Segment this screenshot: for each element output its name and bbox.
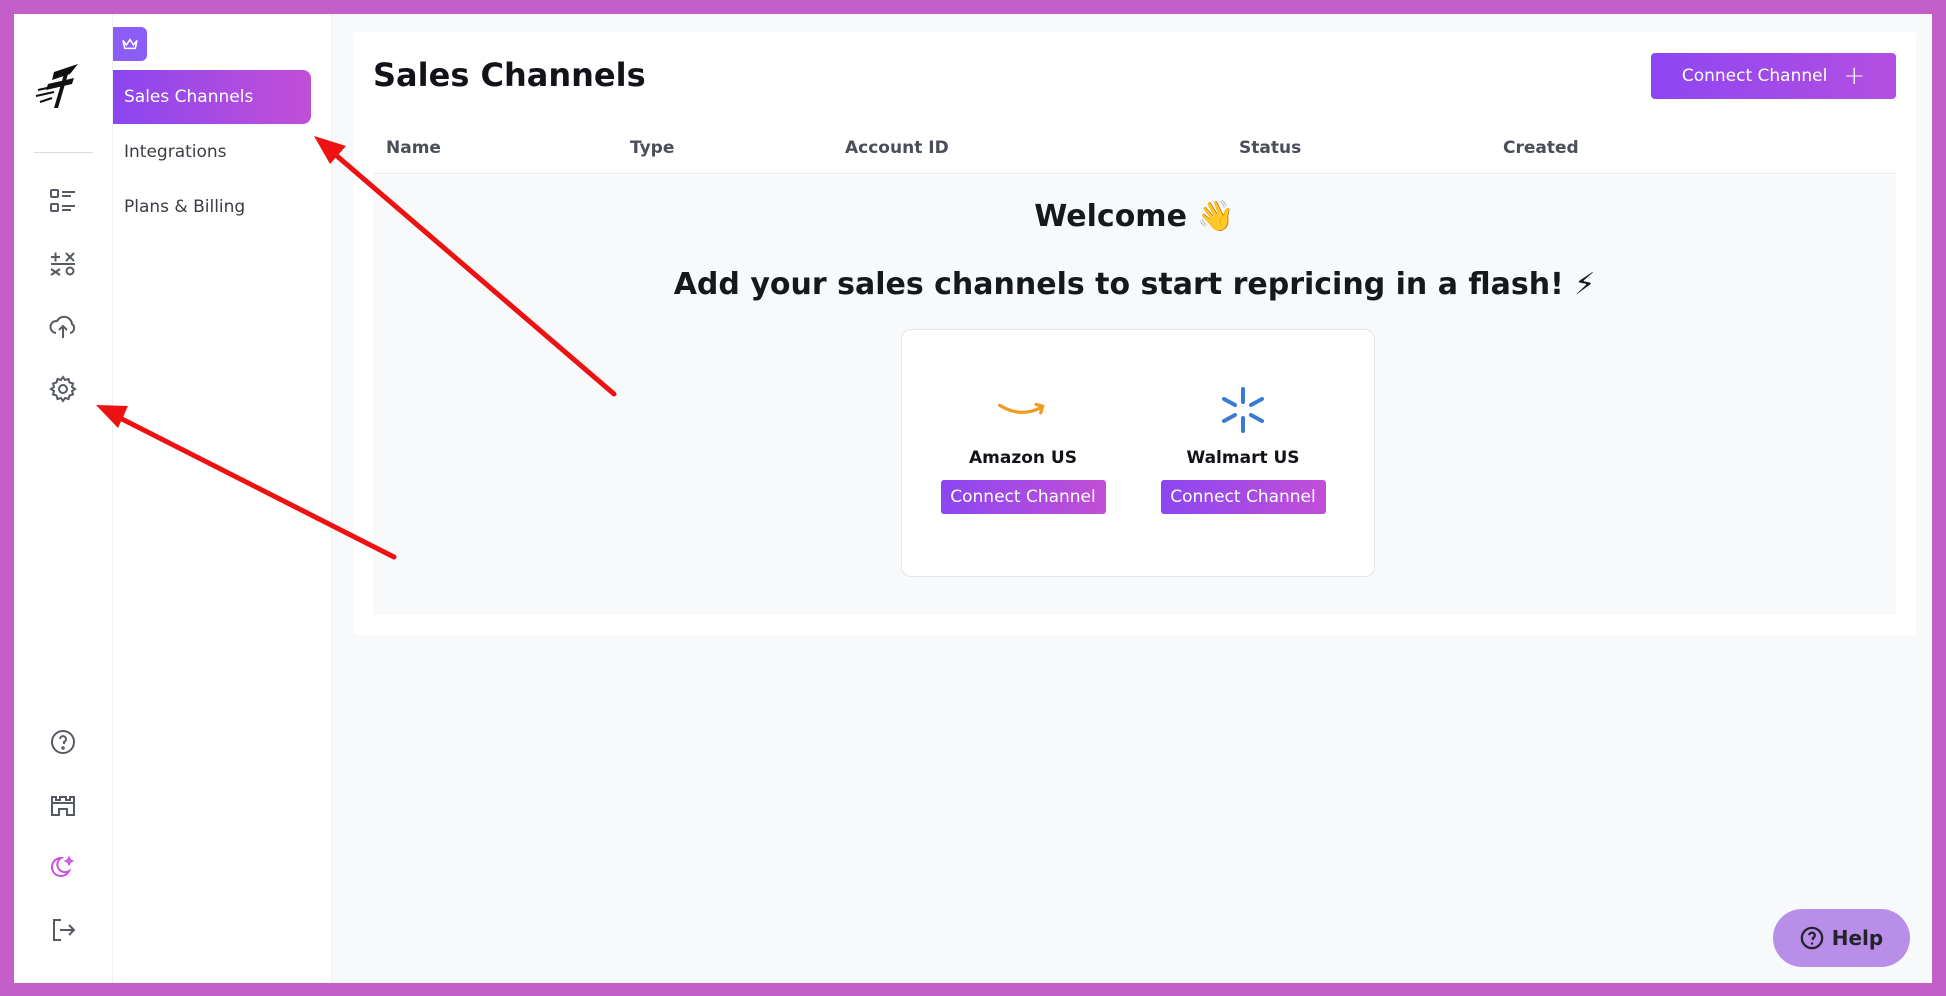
logout-icon[interactable] bbox=[48, 915, 78, 945]
rail-divider bbox=[34, 152, 93, 153]
channel-option-walmart: Walmart US Connect Channel bbox=[1158, 380, 1328, 514]
crown-icon[interactable] bbox=[113, 27, 147, 61]
settings-submenu: Sales Channels Integrations Plans & Bill… bbox=[113, 14, 332, 983]
walmart-spark-icon bbox=[1158, 380, 1328, 440]
plus-icon: + bbox=[1843, 61, 1866, 91]
column-header-type[interactable]: Type bbox=[630, 138, 674, 158]
channel-name: Walmart US bbox=[1186, 448, 1300, 468]
column-header-name[interactable]: Name bbox=[386, 138, 441, 158]
channel-option-amazon: Amazon US Connect Channel bbox=[938, 380, 1108, 514]
help-circle-icon bbox=[1800, 926, 1824, 950]
page-title: Sales Channels bbox=[373, 56, 646, 94]
column-header-created[interactable]: Created bbox=[1503, 138, 1579, 158]
column-header-account-id[interactable]: Account ID bbox=[845, 138, 949, 158]
connect-amazon-button[interactable]: Connect Channel bbox=[940, 480, 1106, 514]
connect-channel-button[interactable]: Connect Channel + bbox=[1651, 53, 1896, 99]
submenu-item-plans-billing[interactable]: Plans & Billing bbox=[113, 180, 311, 234]
submenu-item-label: Integrations bbox=[124, 142, 227, 162]
sales-channels-card: Sales Channels Connect Channel + Name Ty… bbox=[353, 32, 1916, 635]
submenu-item-label: Plans & Billing bbox=[124, 197, 246, 217]
submenu-item-label: Sales Channels bbox=[124, 87, 254, 107]
connect-walmart-button[interactable]: Connect Channel bbox=[1160, 480, 1326, 514]
empty-state-tagline: Add your sales channels to start reprici… bbox=[673, 267, 1596, 302]
logo-icon[interactable] bbox=[34, 60, 94, 112]
help-circle-icon[interactable] bbox=[48, 727, 78, 757]
empty-state: Welcome 👋 Add your sales channels to sta… bbox=[373, 175, 1896, 615]
connect-channel-label: Connect Channel bbox=[1681, 66, 1828, 86]
list-icon[interactable] bbox=[48, 186, 78, 216]
column-header-status[interactable]: Status bbox=[1239, 138, 1301, 158]
welcome-heading: Welcome 👋 bbox=[1034, 199, 1235, 234]
help-label: Help bbox=[1831, 926, 1884, 950]
submenu-item-sales-channels[interactable]: Sales Channels bbox=[113, 70, 311, 124]
help-button[interactable]: Help bbox=[1773, 909, 1910, 967]
settings-gear-icon[interactable] bbox=[48, 374, 78, 404]
channel-name: Amazon US bbox=[969, 448, 1077, 468]
calculator-icon[interactable] bbox=[48, 249, 78, 279]
submenu-item-integrations[interactable]: Integrations bbox=[113, 125, 311, 179]
app-frame: Sales Channels Integrations Plans & Bill… bbox=[14, 14, 1932, 983]
amazon-smile-icon bbox=[938, 380, 1108, 440]
channel-options-card: Amazon US Connect Channel Walmart US Con… bbox=[901, 329, 1375, 577]
moon-icon[interactable] bbox=[48, 852, 78, 882]
upload-cloud-icon[interactable] bbox=[48, 312, 78, 342]
castle-icon[interactable] bbox=[48, 790, 78, 820]
icon-rail bbox=[14, 14, 113, 983]
table-header: Name Type Account ID Status Created bbox=[373, 128, 1896, 174]
